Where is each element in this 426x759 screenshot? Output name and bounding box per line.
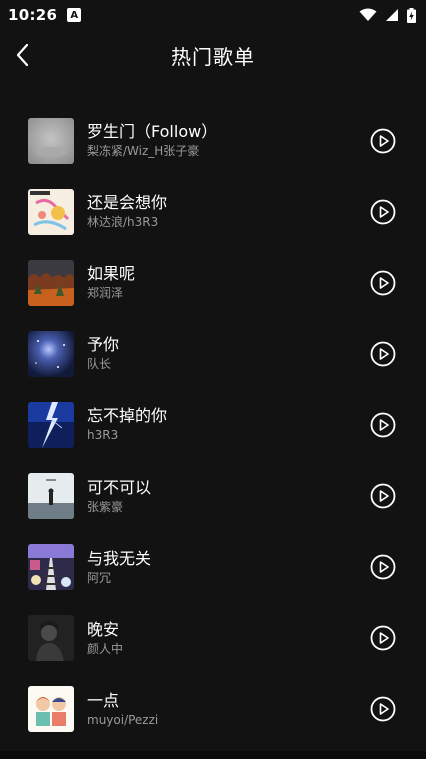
album-cover-image <box>28 117 74 164</box>
play-circle-icon <box>370 483 396 509</box>
playlist: 罗生门（Follow） 梨冻紧/Wiz_H张子豪 还是会想你 林达浪/h3R3 如果呢郑… <box>0 105 426 745</box>
play-circle-icon <box>370 412 396 438</box>
signal-icon <box>386 9 398 21</box>
song-artist: 林达浪/h3R3 <box>87 215 159 230</box>
song-row[interactable]: 晚安 颜人中 <box>0 603 426 674</box>
album-cover-image <box>28 473 74 520</box>
play-button[interactable] <box>370 341 396 367</box>
song-title: 一点 <box>87 690 120 710</box>
song-row[interactable]: 如果呢 郑润泽 <box>0 247 426 318</box>
play-button[interactable] <box>370 199 396 225</box>
song-title: 罗生门（Follow） <box>87 122 218 142</box>
song-artist: 阿冗 <box>87 570 112 585</box>
song-artist: muyoi/Pezzi <box>87 712 159 727</box>
song-artist: 队长 <box>87 357 112 372</box>
play-circle-icon <box>370 341 396 367</box>
chevron-left-icon <box>16 43 29 67</box>
song-row[interactable]: 还是会想你林达浪/h3R3 <box>0 176 426 247</box>
song-title: 予你 <box>87 335 120 355</box>
top-app-bar: 热门歌单 <box>0 30 426 80</box>
play-button[interactable] <box>370 270 396 296</box>
play-button[interactable] <box>370 554 396 580</box>
song-artist: 郑润泽 <box>87 286 124 301</box>
song-title: 如果呢 <box>87 264 136 284</box>
song-title: 与我无关 <box>87 548 152 568</box>
page-title: 热门歌单 <box>171 44 255 69</box>
navigation-bar <box>0 751 426 759</box>
play-button[interactable] <box>370 625 396 651</box>
status-time: 10:26 <box>8 6 58 24</box>
song-artist: 梨冻紧/Wiz_H张子豪 <box>87 144 200 159</box>
song-row[interactable]: 与我无关 阿冗 <box>0 532 426 603</box>
play-circle-icon <box>370 696 396 722</box>
song-artist: h3R3 <box>87 428 119 443</box>
play-circle-icon <box>370 625 396 651</box>
song-row[interactable]: 忘不掉的你 h3R3 <box>0 389 426 460</box>
song-title: 忘不掉的你 <box>87 406 168 426</box>
song-row[interactable]: 可不可以 张紫豪 <box>0 460 426 531</box>
battery-charging-icon <box>407 7 416 23</box>
song-artist: 颜人中 <box>87 641 124 656</box>
song-artist: 张紫豪 <box>87 499 124 514</box>
status-bar: 10:26 A <box>0 0 426 30</box>
album-cover-image <box>28 544 74 591</box>
play-button[interactable] <box>370 483 396 509</box>
song-row[interactable]: 一点 muyoi/Pezzi <box>0 674 426 745</box>
song-title: 晚安 <box>87 619 120 639</box>
back-button[interactable] <box>8 38 36 72</box>
play-circle-icon <box>370 199 396 225</box>
play-button[interactable] <box>370 696 396 722</box>
album-cover-image <box>28 615 74 662</box>
notification-icon: A <box>67 8 82 22</box>
album-cover-image <box>28 330 74 377</box>
song-row[interactable]: 予你 队长 <box>0 318 426 389</box>
album-cover-image <box>28 686 74 733</box>
song-title: 可不可以 <box>87 477 152 497</box>
song-row[interactable]: 罗生门（Follow） 梨冻紧/Wiz_H张子豪 <box>0 105 426 176</box>
play-circle-icon <box>370 270 396 296</box>
album-cover-image <box>28 188 74 235</box>
album-cover-image <box>28 401 74 448</box>
play-button[interactable] <box>370 128 396 154</box>
play-circle-icon <box>370 554 396 580</box>
wifi-icon <box>359 8 377 21</box>
album-cover-image <box>28 259 74 306</box>
play-circle-icon <box>370 128 396 153</box>
song-title: 还是会想你 <box>87 193 168 213</box>
play-button[interactable] <box>370 412 396 438</box>
